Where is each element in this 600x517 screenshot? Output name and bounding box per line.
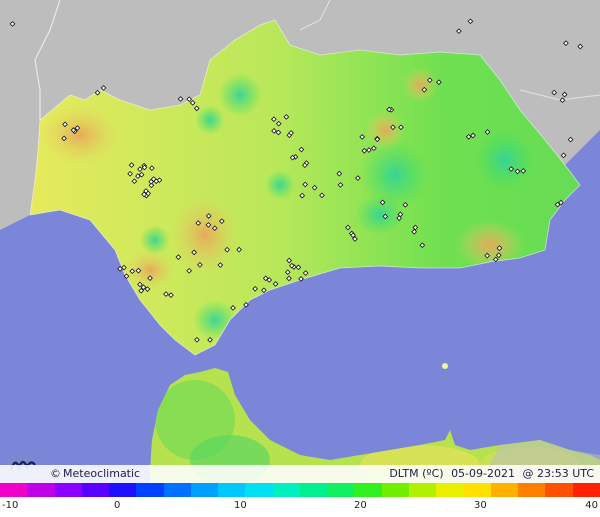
brand-name[interactable]: Meteoclimatic [63, 467, 140, 480]
color-scale [0, 483, 600, 497]
scale-swatch [354, 483, 382, 497]
brand-label: © Meteoclimatic [50, 465, 140, 483]
scale-tick-label: 30 [474, 500, 487, 511]
scale-swatch [27, 483, 55, 497]
scale-swatch [490, 483, 519, 497]
variable-label: DLTM (ºC) [389, 467, 444, 480]
map-info: DLTM (ºC) 05-09-2021 @ 23:53 UTC [385, 465, 594, 483]
scale-swatch [81, 483, 110, 497]
date-label: 05-09-2021 [451, 467, 515, 480]
scale-swatch [463, 483, 491, 497]
scale-swatch [0, 483, 28, 497]
scale-swatch [190, 483, 219, 497]
scale-swatch [163, 483, 191, 497]
map-canvas [0, 0, 600, 483]
scale-swatch [136, 483, 164, 497]
scale-swatch [109, 483, 137, 497]
scale-tick-label: 20 [354, 500, 367, 511]
scale-swatch [381, 483, 409, 497]
island-alboran [442, 363, 448, 369]
scale-swatch [272, 483, 300, 497]
scale-swatch [327, 483, 355, 497]
caption-bar: © Meteoclimatic DLTM (ºC) 05-09-2021 @ 23… [0, 465, 600, 483]
scale-swatch [545, 483, 573, 497]
temperature-map[interactable]: © Meteoclimatic DLTM (ºC) 05-09-2021 @ 23… [0, 0, 600, 517]
scale-swatch [299, 483, 328, 497]
color-scale-labels: -10 0 10 20 30 40 [0, 497, 600, 517]
scale-tick-label: 40 [585, 500, 598, 511]
copyright-symbol: © [50, 467, 61, 480]
time-label: @ 23:53 UTC [522, 467, 595, 480]
scale-tick-label: 0 [114, 500, 121, 511]
scale-swatch [518, 483, 546, 497]
scale-swatch [54, 483, 82, 497]
scale-swatch [245, 483, 273, 497]
scale-swatch [408, 483, 437, 497]
scale-swatch [436, 483, 464, 497]
scale-tick-label: -10 [2, 500, 19, 511]
scale-tick-label: 10 [234, 500, 247, 511]
scale-swatch [572, 483, 600, 497]
scale-swatch [218, 483, 246, 497]
